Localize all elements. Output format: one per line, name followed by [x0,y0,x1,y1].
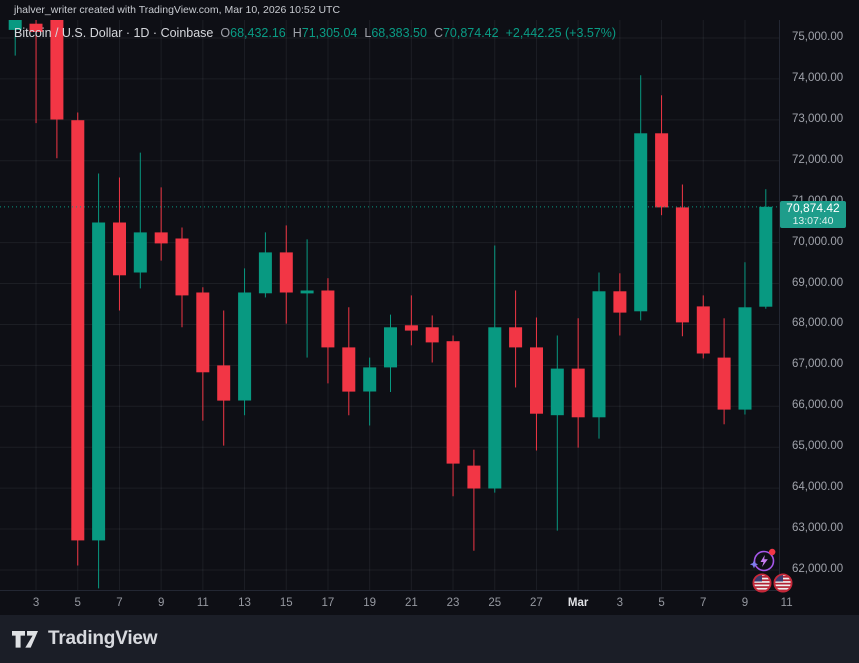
ohlc-label: C [434,26,443,40]
candle[interactable] [50,1,63,158]
time-axis-label: 27 [521,597,551,609]
time-axis-label: 13 [230,597,260,609]
price-axis-label: 72,000.00 [792,154,843,166]
candle[interactable] [342,307,355,415]
footer-bar: TradingView [0,615,859,663]
candlestick-plot[interactable] [0,0,859,621]
candle[interactable] [238,268,251,415]
symbol-legend: Bitcoin / U.S. Dollar · 1D · CoinbaseO68… [14,26,616,40]
candle[interactable] [92,173,105,588]
candle[interactable] [551,335,564,530]
tradingview-chart-screenshot: jhalver_writer created with TradingView.… [0,0,859,663]
candle[interactable] [447,335,460,496]
flag-reaction-icon[interactable] [752,573,772,598]
ohlc-label: O [220,26,230,40]
time-axis-label: 15 [271,597,301,609]
ohlc-label: H [293,26,302,40]
candle[interactable] [155,187,168,260]
ohlc-value: 68,383.50 [371,26,427,40]
time-axis-label: 17 [313,597,343,609]
price-axis-label: 70,000.00 [792,236,843,248]
time-axis-label: 7 [104,597,134,609]
price-axis-label: 74,000.00 [792,72,843,84]
price-axis-label: 64,000.00 [792,481,843,493]
candle[interactable] [217,311,230,446]
time-axis-label: 3 [21,597,51,609]
time-axis-label: 3 [605,597,635,609]
ohlc-value: 68,432.16 [230,26,286,40]
candle[interactable] [384,315,397,392]
attribution-bar: jhalver_writer created with TradingView.… [0,0,859,20]
candle[interactable] [134,153,147,289]
candle[interactable] [405,295,418,345]
badge-price: 70,874.42 [780,202,846,215]
candle[interactable] [176,227,189,327]
candle[interactable] [676,184,689,336]
ohlc-values: O68,432.16H71,305.04L68,383.50C70,874.42 [213,26,498,40]
candle[interactable] [488,245,501,492]
flag-reaction-icon[interactable] [773,573,793,598]
candle[interactable] [655,95,668,215]
candle[interactable] [759,189,772,309]
current-price-badge: 70,874.42 13:07:40 [780,201,846,228]
symbol-title: Bitcoin / U.S. Dollar · 1D · Coinbase [14,26,213,40]
time-axis-label: 9 [146,597,176,609]
change-value: +2,442.25 (+3.57%) [506,26,617,40]
brand-name: TradingView [48,628,157,650]
time-axis-label: 21 [396,597,426,609]
candle[interactable] [509,290,522,387]
time-axis-label: 25 [480,597,510,609]
time-axis-label: 11 [772,597,802,609]
candle[interactable] [593,272,606,438]
candle[interactable] [363,358,376,426]
price-axis-label: 62,000.00 [792,563,843,575]
price-axis-label: 67,000.00 [792,358,843,370]
candle[interactable] [613,273,626,335]
price-axis-label: 65,000.00 [792,440,843,452]
ohlc-value: 71,305.04 [302,26,358,40]
time-axis-label: 11 [188,597,218,609]
plot-pane [0,0,787,590]
time-axis-label: 5 [647,597,677,609]
time-axis-label: 19 [355,597,385,609]
candle[interactable] [572,318,585,447]
candle[interactable] [71,112,84,565]
candle[interactable] [467,450,480,551]
candle[interactable] [530,317,543,450]
time-axis-label: 9 [730,597,760,609]
candle[interactable] [739,262,752,414]
attribution-text: jhalver_writer created with TradingView.… [14,4,340,16]
ohlc-value: 70,874.42 [443,26,499,40]
candle[interactable] [697,295,710,358]
price-axis-label: 63,000.00 [792,522,843,534]
candle[interactable] [196,287,209,420]
candle[interactable] [280,225,293,323]
candle[interactable] [113,178,126,311]
candle[interactable] [301,239,314,357]
candle[interactable] [634,75,647,320]
notification-dot [769,549,775,555]
candle[interactable] [718,318,731,424]
time-axis[interactable]: 3579111315171921232527Mar357911 [0,590,859,615]
time-axis-label: 5 [63,597,93,609]
time-axis-label: 7 [688,597,718,609]
candle[interactable] [426,315,439,362]
time-axis-label: Mar [563,597,593,609]
candle[interactable] [321,278,334,383]
price-axis-label: 75,000.00 [792,31,843,43]
price-axis-label: 68,000.00 [792,317,843,329]
price-axis[interactable]: 75,000.0074,000.0073,000.0072,000.0071,0… [779,20,859,591]
price-axis-label: 69,000.00 [792,277,843,289]
price-axis-label: 66,000.00 [792,399,843,411]
badge-time: 13:07:40 [780,215,846,227]
tradingview-logo-icon[interactable] [11,630,39,649]
price-axis-label: 73,000.00 [792,113,843,125]
time-axis-label: 23 [438,597,468,609]
